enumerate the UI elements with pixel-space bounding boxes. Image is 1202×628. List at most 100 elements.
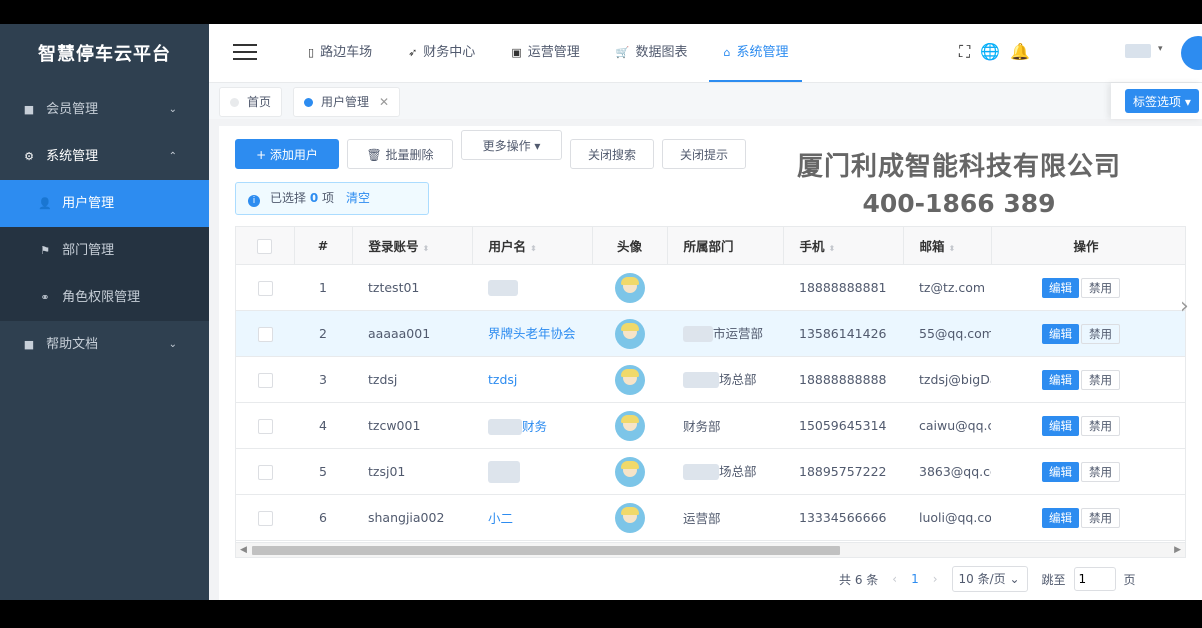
col-account[interactable]: 登录账号 ⬍ bbox=[352, 227, 473, 265]
tab-label: 路边车场 bbox=[320, 45, 373, 60]
gear-icon: ⚙ bbox=[24, 150, 34, 163]
more-ops-button[interactable]: 更多操作 ▾ bbox=[461, 130, 562, 160]
cell-avatar bbox=[592, 264, 667, 311]
cell-username[interactable]: 小二 bbox=[472, 494, 592, 541]
cell-username[interactable]: 财务 bbox=[472, 402, 592, 449]
cell-dept: 财务部 bbox=[667, 402, 783, 449]
sort-icon[interactable]: ⬍ bbox=[829, 244, 836, 253]
row-checkbox[interactable] bbox=[236, 264, 294, 311]
edit-button[interactable]: 编辑 bbox=[1042, 461, 1079, 482]
scrollbar-thumb[interactable] bbox=[252, 546, 840, 555]
edit-button[interactable]: 编辑 bbox=[1042, 323, 1079, 344]
chevron-left-icon[interactable]: ◀ bbox=[240, 543, 247, 557]
table-row: 2 aaaaa001 界牌头老年协会 市运营部 13586141426 55@q… bbox=[236, 310, 1185, 357]
disable-button[interactable]: 禁用 bbox=[1081, 369, 1120, 390]
chevron-right-icon[interactable]: › bbox=[1180, 294, 1189, 319]
sidebar-item-departments[interactable]: ⚑ 部门管理 bbox=[0, 227, 209, 274]
horizontal-scrollbar[interactable]: ◀ ▶ bbox=[236, 542, 1185, 557]
prev-page-button[interactable]: ‹ bbox=[892, 572, 897, 586]
sidebar-item-system[interactable]: ⚙ 系统管理 ⌃ bbox=[0, 133, 209, 180]
avatar bbox=[614, 272, 645, 303]
col-username[interactable]: 用户名 ⬍ bbox=[472, 227, 593, 265]
cell-username[interactable]: 界牌头老年协会 bbox=[472, 310, 592, 357]
disable-button[interactable]: 禁用 bbox=[1081, 277, 1120, 298]
member-icon: ■ bbox=[23, 103, 35, 116]
chevron-right-icon[interactable]: ▶ bbox=[1174, 543, 1181, 557]
redacted-text bbox=[683, 372, 719, 388]
next-page-button[interactable]: › bbox=[933, 572, 938, 586]
table-row: 1 tztest01 18888888881 tz@tz.com 编辑 禁用 bbox=[236, 264, 1185, 311]
tab-operations[interactable]: ▣ 运营管理 bbox=[497, 24, 593, 82]
batch-delete-button[interactable]: 🗑 批量删除 bbox=[347, 139, 453, 169]
select-all-checkbox[interactable] bbox=[236, 227, 295, 265]
app-window: 智慧停车云平台 ■ 会员管理 ⌄ ⚙ 系统管理 ⌃ 👤 用户管理 ⚑ 部门管理 bbox=[0, 24, 1202, 600]
sort-icon[interactable]: ⬍ bbox=[423, 244, 430, 253]
tag-label: 用户管理 bbox=[321, 95, 370, 109]
caret-down-icon[interactable]: ▾ bbox=[1158, 44, 1163, 54]
sort-icon[interactable]: ⬍ bbox=[949, 244, 956, 253]
jump-input[interactable] bbox=[1073, 567, 1116, 591]
bell-icon[interactable]: 🔔 bbox=[1010, 42, 1030, 62]
avatar[interactable] bbox=[1181, 36, 1202, 70]
row-checkbox[interactable] bbox=[236, 402, 294, 449]
dept-text: 场总部 bbox=[719, 463, 757, 479]
row-checkbox[interactable] bbox=[236, 310, 294, 357]
edit-button[interactable]: 编辑 bbox=[1042, 415, 1079, 436]
sidebar-item-roles[interactable]: ⚭ 角色权限管理 bbox=[0, 274, 209, 321]
disable-button[interactable]: 禁用 bbox=[1081, 415, 1120, 436]
disable-button[interactable]: 禁用 bbox=[1081, 507, 1120, 528]
close-icon[interactable]: ✕ bbox=[379, 95, 389, 109]
edit-button[interactable]: 编辑 bbox=[1042, 277, 1079, 298]
disable-button[interactable]: 禁用 bbox=[1081, 461, 1120, 482]
tag-user-management[interactable]: 用户管理 ✕ bbox=[293, 87, 401, 117]
header-label: 登录账号 bbox=[368, 239, 419, 254]
globe-icon[interactable]: 🌐 bbox=[980, 42, 1000, 62]
cell-email: tzdsj@bigDa bbox=[903, 356, 991, 403]
cell-phone: 13334566666 bbox=[783, 494, 903, 541]
user-name[interactable] bbox=[1125, 44, 1151, 58]
send-icon: ➶ bbox=[408, 46, 418, 59]
edit-button[interactable]: 编辑 bbox=[1042, 369, 1079, 390]
tag-home[interactable]: 首页 bbox=[219, 87, 283, 117]
tag-options: 标签选项 ▾ bbox=[1111, 83, 1202, 119]
edit-button[interactable]: 编辑 bbox=[1042, 507, 1079, 528]
close-tips-button[interactable]: 关闭提示 bbox=[662, 139, 746, 169]
cell-username[interactable]: tzdsj bbox=[472, 356, 592, 403]
cell-username[interactable] bbox=[472, 448, 592, 495]
add-user-button[interactable]: + 添加用户 bbox=[235, 139, 339, 169]
tab-roadside-parking[interactable]: ▯ 路边车场 bbox=[294, 24, 386, 82]
page-number[interactable]: 1 bbox=[911, 572, 919, 586]
sidebar-item-users[interactable]: 👤 用户管理 bbox=[0, 180, 209, 227]
username-link[interactable]: 财务 bbox=[522, 419, 547, 434]
fullscreen-icon[interactable]: ⛶ bbox=[959, 42, 970, 62]
menu-toggle-icon[interactable] bbox=[233, 44, 257, 62]
sort-icon[interactable]: ⬍ bbox=[530, 244, 537, 253]
row-checkbox[interactable] bbox=[236, 356, 294, 403]
sidebar-item-help[interactable]: ■ 帮助文档 ⌄ bbox=[0, 321, 209, 368]
tab-charts[interactable]: 🛒 数据图表 bbox=[602, 24, 702, 82]
redacted-text bbox=[488, 419, 522, 436]
user-icon: 👤 bbox=[38, 197, 52, 210]
alert-text: 已选择 bbox=[270, 191, 307, 205]
tag-options-button[interactable]: 标签选项 ▾ bbox=[1125, 89, 1199, 113]
close-search-button[interactable]: 关闭搜索 bbox=[570, 139, 654, 169]
col-phone[interactable]: 手机 ⬍ bbox=[783, 227, 904, 265]
avatar bbox=[614, 456, 645, 487]
row-checkbox[interactable] bbox=[236, 448, 294, 495]
header-label: 用户名 bbox=[488, 239, 527, 254]
page-size-select[interactable]: 10 条/页 ⌄ bbox=[951, 566, 1028, 592]
username-link[interactable]: tzdsj bbox=[488, 372, 517, 387]
chevron-down-icon: ⌄ bbox=[168, 339, 177, 350]
avatar bbox=[614, 410, 645, 441]
cell-username[interactable] bbox=[472, 264, 592, 311]
tab-finance[interactable]: ➶ 财务中心 bbox=[394, 24, 489, 82]
tab-system[interactable]: ⌂ 系统管理 bbox=[709, 24, 803, 82]
sidebar-item-members[interactable]: ■ 会员管理 ⌄ bbox=[0, 86, 209, 133]
col-email[interactable]: 邮箱 ⬍ bbox=[903, 227, 992, 265]
username-link[interactable]: 小二 bbox=[488, 511, 513, 526]
redacted-text bbox=[488, 279, 518, 296]
row-checkbox[interactable] bbox=[236, 494, 294, 541]
username-link[interactable]: 界牌头老年协会 bbox=[488, 326, 576, 341]
clear-link[interactable]: 清空 bbox=[346, 191, 370, 205]
disable-button[interactable]: 禁用 bbox=[1081, 323, 1120, 344]
